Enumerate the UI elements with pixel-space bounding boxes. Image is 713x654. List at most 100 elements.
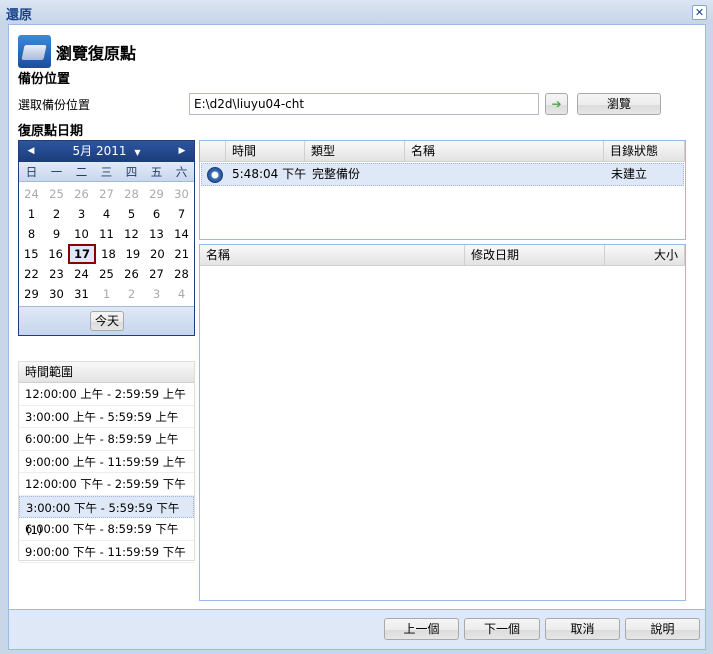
- previous-button[interactable]: 上一個: [384, 618, 459, 640]
- recovery-date-heading: 復原點日期: [18, 124, 84, 139]
- weekday: 六: [175, 165, 188, 179]
- calendar-week: 1234567: [19, 204, 194, 224]
- calendar-day[interactable]: 29: [19, 284, 44, 304]
- time-range-header[interactable]: 時間範圍: [19, 362, 194, 383]
- close-button[interactable]: ✕: [692, 5, 707, 20]
- cancel-button[interactable]: 取消: [545, 618, 620, 640]
- calendar-day[interactable]: 4: [169, 284, 194, 304]
- calendar-day[interactable]: 30: [44, 284, 69, 304]
- calendar-footer: 今天: [19, 306, 194, 335]
- files-grid: 名稱 修改日期 大小: [199, 244, 686, 601]
- calendar-day[interactable]: 1: [94, 284, 119, 304]
- calendar-day[interactable]: 24: [69, 264, 94, 284]
- calendar-day[interactable]: 16: [43, 244, 67, 264]
- calendar-week: 24 25 26 27 28 29 30: [19, 184, 194, 204]
- column-header-name[interactable]: 名稱: [405, 141, 604, 162]
- calendar-day[interactable]: 4: [94, 204, 119, 224]
- calendar-day[interactable]: 26: [119, 264, 144, 284]
- calendar-day[interactable]: 14: [169, 224, 194, 244]
- row-status: 未建立: [611, 167, 648, 181]
- column-header-type[interactable]: 類型: [305, 141, 405, 162]
- calendar-day[interactable]: 2: [119, 284, 144, 304]
- calendar-day[interactable]: 23: [44, 264, 69, 284]
- calendar-day[interactable]: 17: [67, 244, 97, 264]
- icon-column-header[interactable]: [200, 141, 226, 162]
- calendar-day[interactable]: 3: [144, 284, 169, 304]
- calendar-day[interactable]: 5: [119, 204, 144, 224]
- calendar-day[interactable]: 27: [144, 264, 169, 284]
- column-header-name[interactable]: 名稱: [200, 245, 465, 266]
- calendar-day[interactable]: 2: [44, 204, 69, 224]
- browse-button[interactable]: 瀏覽: [577, 93, 661, 115]
- calendar-day[interactable]: 13: [144, 224, 169, 244]
- calendar-day[interactable]: 28: [169, 264, 194, 284]
- calendar-day[interactable]: 9: [44, 224, 69, 244]
- calendar-day[interactable]: 15: [19, 244, 43, 264]
- go-arrow-button[interactable]: ➔: [545, 93, 568, 115]
- calendar-day[interactable]: 30: [169, 184, 194, 204]
- calendar-day[interactable]: 20: [145, 244, 169, 264]
- time-range-item[interactable]: 9:00:00 上午 - 11:59:59 上午: [19, 451, 194, 473]
- time-range-item[interactable]: 3:00:00 下午 - 5:59:59 下午 (1): [19, 495, 194, 537]
- weekday: 五: [150, 165, 163, 179]
- calendar: ◀ 5月 2011 ▼ ▶ 日一二三四五六 24 25 26 27 28 29 30 1 2 3 4…: [18, 140, 195, 336]
- calendar-day[interactable]: 21: [170, 244, 194, 264]
- time-range-item[interactable]: 6:00:00 下午 - 8:59:59 下午: [19, 518, 194, 541]
- column-header-time[interactable]: 時間: [226, 141, 305, 162]
- title-bar: [0, 0, 713, 24]
- backup-path-input[interactable]: E:\d2d\liuyu04-cht: [189, 93, 539, 115]
- row-type: 完整備份: [312, 167, 361, 181]
- recovery-points-grid: 時間 類型 名稱 目錄狀態 5:48:04 下午 完整備份 未建立: [199, 140, 686, 240]
- time-range-list: 時間範圍 12:00:00 上午 - 2:59:59 上午 3:00:00 上午 …: [18, 361, 195, 563]
- weekday: 三: [100, 165, 113, 179]
- page-title: 瀏覽復原點: [56, 44, 137, 63]
- time-range-item[interactable]: 12:00:00 下午 - 2:59:59 下午: [19, 473, 194, 496]
- calendar-day[interactable]: 3: [69, 204, 94, 224]
- calendar-week: 15 16 17 18 19 20 21: [19, 244, 194, 264]
- calendar-day[interactable]: 1: [19, 204, 44, 224]
- calendar-day[interactable]: 28: [119, 184, 144, 204]
- weekday: 日: [25, 165, 38, 179]
- calendar-day[interactable]: 7: [169, 204, 194, 224]
- help-button[interactable]: 說明: [625, 618, 700, 640]
- calendar-day[interactable]: 26: [69, 184, 94, 204]
- calendar-day[interactable]: 6: [144, 204, 169, 224]
- time-range-item[interactable]: 3:00:00 上午 - 5:59:59 上午: [19, 406, 194, 428]
- calendar-week: 29 30 31 1 2 3 4: [19, 284, 194, 304]
- backup-location-heading: 備份位置: [18, 72, 71, 87]
- today-button[interactable]: 今天: [90, 311, 124, 331]
- prev-month-button[interactable]: ◀: [25, 145, 37, 158]
- recovery-point-clock-icon: [207, 167, 223, 183]
- calendar-header: ◀ 5月 2011 ▼ ▶: [19, 141, 194, 162]
- month-dropdown-icon[interactable]: ▼: [134, 148, 140, 157]
- next-month-button[interactable]: ▶: [176, 145, 188, 158]
- time-range-item[interactable]: 9:00:00 下午 - 11:59:59 下午: [19, 541, 194, 563]
- calendar-day[interactable]: 18: [96, 244, 120, 264]
- calendar-days: 24 25 26 27 28 29 30 1 2 3 4 5 6 7 8 9 10 11 12 13 14 15 16 17 1…: [19, 184, 194, 304]
- calendar-day[interactable]: 8: [19, 224, 44, 244]
- calendar-day[interactable]: 31: [69, 284, 94, 304]
- column-header-catalog-status[interactable]: 目錄狀態: [604, 141, 685, 162]
- time-range-item[interactable]: 6:00:00 上午 - 8:59:59 上午: [19, 428, 194, 451]
- calendar-day[interactable]: 29: [144, 184, 169, 204]
- next-button[interactable]: 下一個: [464, 618, 540, 640]
- calendar-day[interactable]: 24: [19, 184, 44, 204]
- calendar-day[interactable]: 12: [119, 224, 144, 244]
- calendar-day[interactable]: 27: [94, 184, 119, 204]
- column-header-modified-date[interactable]: 修改日期: [465, 245, 605, 266]
- time-range-item[interactable]: 12:00:00 上午 - 2:59:59 上午: [19, 383, 194, 406]
- table-row[interactable]: 5:48:04 下午 完整備份 未建立: [201, 163, 684, 186]
- calendar-day[interactable]: 22: [19, 264, 44, 284]
- calendar-day[interactable]: 11: [94, 224, 119, 244]
- weekday-row: 日一二三四五六: [19, 162, 194, 182]
- calendar-day[interactable]: 10: [69, 224, 94, 244]
- calendar-day[interactable]: 25: [44, 184, 69, 204]
- month-year-label[interactable]: 5月 2011: [73, 144, 127, 158]
- row-time: 5:48:04 下午: [232, 167, 307, 181]
- weekday: 一: [50, 165, 63, 179]
- window-title: 還原: [6, 8, 33, 23]
- backup-location-label: 選取備份位置: [18, 98, 91, 112]
- calendar-day[interactable]: 19: [121, 244, 145, 264]
- calendar-day[interactable]: 25: [94, 264, 119, 284]
- column-header-size[interactable]: 大小: [605, 245, 685, 266]
